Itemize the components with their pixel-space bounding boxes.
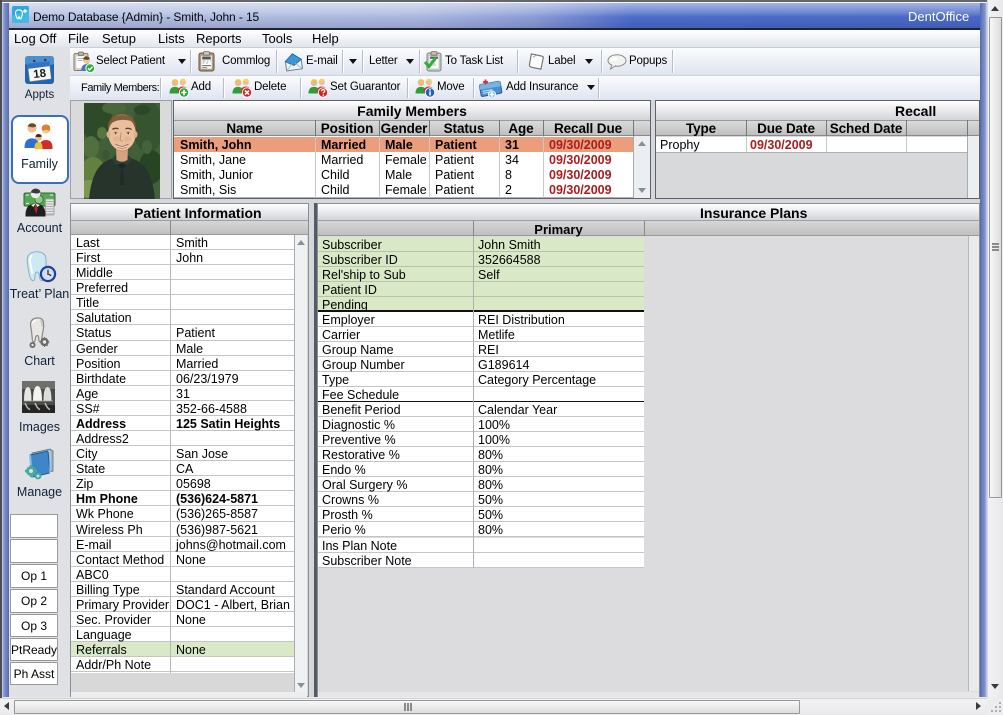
svg-text:18: 18 — [33, 68, 48, 82]
